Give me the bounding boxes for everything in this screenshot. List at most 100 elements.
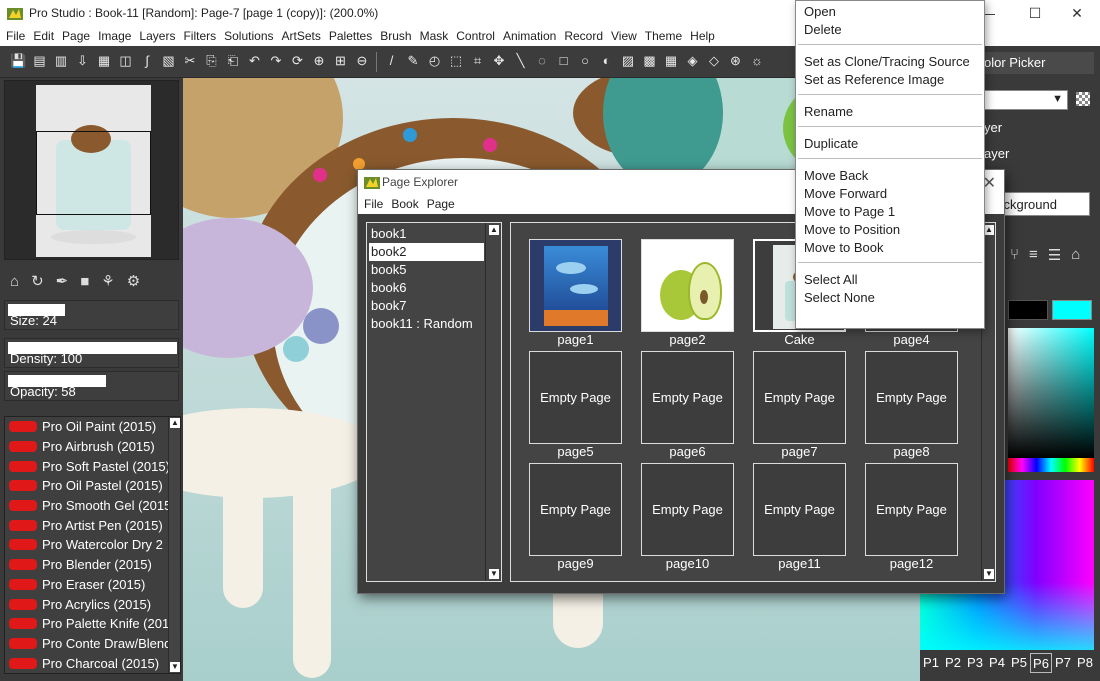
palette-tab-p4[interactable]: P4: [986, 653, 1008, 673]
size-slider[interactable]: Size: 24: [4, 300, 179, 330]
zoom-in-icon[interactable]: ⊕: [311, 53, 327, 69]
page-thumbnail[interactable]: Empty Page: [753, 351, 846, 444]
brush-list-item[interactable]: Pro Conte Draw/Blend: [5, 634, 180, 654]
layer-row-label[interactable]: yer: [984, 120, 1002, 135]
ctx-set-as-clone-tracing-source[interactable]: Set as Clone/Tracing Source: [804, 53, 970, 71]
square-tool-icon[interactable]: ■: [80, 273, 89, 290]
page-thumbnail[interactable]: [529, 239, 622, 332]
menu-control[interactable]: Control: [452, 26, 499, 46]
menu-record[interactable]: Record: [560, 26, 607, 46]
list-order-icon[interactable]: ≡: [1029, 246, 1038, 268]
brush-list-item[interactable]: Pro Artist Pen (2015): [5, 515, 180, 535]
brush-list-item[interactable]: Pro Oil Pastel (2015): [5, 476, 180, 496]
rotate-icon[interactable]: ⟳: [290, 53, 306, 69]
brush-list-item[interactable]: Pro Smooth Gel (2015: [5, 496, 180, 516]
page-thumbnail-item[interactable]: Empty Page page12: [865, 463, 958, 572]
eyedropper-icon[interactable]: ✎: [405, 53, 421, 69]
page-explorer-menu-file[interactable]: File: [360, 197, 387, 211]
page-thumbnail-item[interactable]: Empty Page page5: [529, 351, 622, 460]
menu-help[interactable]: Help: [686, 26, 719, 46]
menu-artsets[interactable]: ArtSets: [278, 26, 325, 46]
page-thumbnail[interactable]: Empty Page: [865, 463, 958, 556]
palette-tab-p6[interactable]: P6: [1030, 653, 1052, 673]
select-rect-icon[interactable]: ⬚: [448, 53, 464, 69]
brush-list-item[interactable]: Pro Oil Paint (2015): [5, 417, 180, 437]
menu-layers[interactable]: Layers: [135, 26, 179, 46]
zoom-out-icon[interactable]: ⊖: [354, 53, 370, 69]
refresh-icon[interactable]: ↻: [31, 272, 44, 290]
maximize-button[interactable]: ☐: [1012, 0, 1058, 26]
move-icon[interactable]: ✥: [491, 53, 507, 69]
menu-filters[interactable]: Filters: [179, 26, 220, 46]
scissors-icon[interactable]: ✂: [182, 53, 198, 69]
merge-icon[interactable]: ⑂: [1010, 246, 1019, 268]
line-icon[interactable]: ╲: [513, 53, 529, 69]
scroll-up-arrow-icon[interactable]: ▲: [489, 225, 499, 235]
ctx-open[interactable]: Open: [804, 3, 836, 21]
import-icon[interactable]: ⇩: [75, 53, 91, 69]
pattern-icon[interactable]: ▩: [642, 53, 658, 69]
new-page-icon[interactable]: ▦: [96, 53, 112, 69]
menu-brush[interactable]: Brush: [376, 26, 415, 46]
page-explorer-menu-page[interactable]: Page: [423, 197, 459, 211]
page-thumbnail[interactable]: Empty Page: [641, 463, 734, 556]
wand-icon[interactable]: ∫: [139, 53, 155, 69]
page-thumbnail-item[interactable]: page2: [641, 239, 734, 348]
brush-list-item[interactable]: Pro Airbrush (2015): [5, 437, 180, 457]
palette-tab-p3[interactable]: P3: [964, 653, 986, 673]
save-icon[interactable]: 💾: [10, 53, 26, 69]
book-list-item[interactable]: book7: [369, 297, 484, 315]
ctx-move-to-page-1[interactable]: Move to Page 1: [804, 203, 895, 221]
page-thumbnail[interactable]: Empty Page: [529, 463, 622, 556]
menu-file[interactable]: File: [2, 26, 29, 46]
primary-color-swatch[interactable]: [1052, 300, 1092, 320]
brush-list-item[interactable]: Pro Blender (2015): [5, 555, 180, 575]
brush-list-scrollbar[interactable]: ▲ ▼: [168, 417, 180, 673]
page-thumbnail-item[interactable]: Empty Page page6: [641, 351, 734, 460]
book-list-scrollbar[interactable]: ▲ ▼: [485, 223, 501, 581]
brush-list-item[interactable]: Pro Charcoal (2015): [5, 653, 180, 673]
layer-row-label[interactable]: ayer: [984, 146, 1009, 161]
menu-view[interactable]: View: [607, 26, 641, 46]
book-list-item[interactable]: book6: [369, 279, 484, 297]
page-thumbnail-item[interactable]: Empty Page page7: [753, 351, 846, 460]
layer-mode-select[interactable]: ▼: [984, 90, 1068, 110]
blend-icon[interactable]: ◐: [599, 53, 615, 69]
emboss-icon[interactable]: ◇: [706, 53, 722, 69]
ctx-move-back[interactable]: Move Back: [804, 167, 868, 185]
brush-list-item[interactable]: Pro Acrylics (2015): [5, 594, 180, 614]
page-thumbnail[interactable]: Empty Page: [529, 351, 622, 444]
smudge-icon[interactable]: ☼: [749, 53, 765, 69]
brush-list-item[interactable]: Pro Palette Knife (201: [5, 614, 180, 634]
menu-edit[interactable]: Edit: [29, 26, 58, 46]
scroll-down-arrow-icon[interactable]: ▼: [170, 662, 180, 672]
menu-page[interactable]: Page: [58, 26, 94, 46]
book-list-item[interactable]: book11 : Random: [369, 315, 484, 333]
scroll-down-arrow-icon[interactable]: ▼: [984, 569, 994, 579]
ellipse-shape-icon[interactable]: ○: [577, 53, 593, 69]
rect-shape-icon[interactable]: □: [556, 53, 572, 69]
menu-palettes[interactable]: Palettes: [325, 26, 376, 46]
menu-solutions[interactable]: Solutions: [220, 26, 277, 46]
ctx-set-as-reference-image[interactable]: Set as Reference Image: [804, 71, 944, 89]
page-thumbnail[interactable]: Empty Page: [753, 463, 846, 556]
menu-animation[interactable]: Animation: [499, 26, 560, 46]
hue-slider[interactable]: [1008, 458, 1094, 472]
palette-tab-p2[interactable]: P2: [942, 653, 964, 673]
clipboard-icon[interactable]: ▧: [161, 53, 177, 69]
page-thumbnail-item[interactable]: Empty Page page8: [865, 351, 958, 460]
palette-tab-p5[interactable]: P5: [1008, 653, 1030, 673]
paste-icon[interactable]: ⎗: [225, 53, 241, 69]
close-button[interactable]: ✕: [1054, 0, 1100, 26]
ctx-select-all[interactable]: Select All: [804, 271, 857, 289]
page-thumbnail-item[interactable]: page1: [529, 239, 622, 348]
palette-tab-p7[interactable]: P7: [1052, 653, 1074, 673]
ctx-rename[interactable]: Rename: [804, 103, 853, 121]
density-slider[interactable]: Density: 100: [4, 338, 179, 368]
ctx-move-to-book[interactable]: Move to Book: [804, 239, 884, 257]
ctx-move-to-position[interactable]: Move to Position: [804, 221, 900, 239]
opacity-slider[interactable]: Opacity: 58: [4, 371, 179, 401]
menu-theme[interactable]: Theme: [641, 26, 686, 46]
copy-icon[interactable]: ⎘: [204, 53, 220, 69]
crop-icon[interactable]: ⌗: [470, 53, 486, 69]
